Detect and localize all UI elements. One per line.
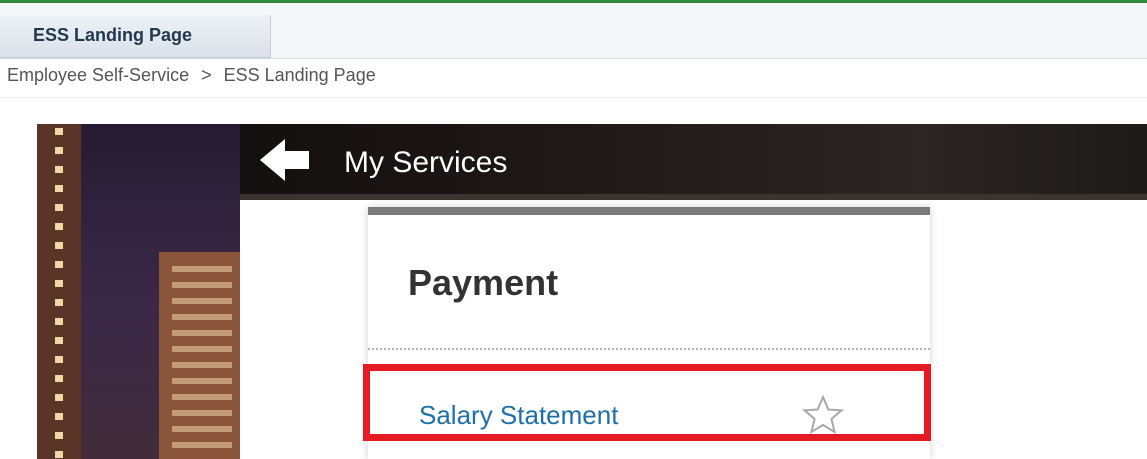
card-divider xyxy=(368,348,930,350)
arrow-left-icon xyxy=(260,139,309,181)
service-item-salary-statement[interactable]: Salary Statement xyxy=(368,374,930,448)
building-right-windows xyxy=(172,266,232,456)
tab-label: ESS Landing Page xyxy=(33,25,193,45)
tab-ess-landing-page[interactable]: ESS Landing Page xyxy=(0,15,271,58)
header-bottom-stripe xyxy=(240,194,1147,200)
card-title: Payment xyxy=(408,262,559,303)
breadcrumb-employee-self-service[interactable]: Employee Self-Service xyxy=(7,65,189,86)
payment-card: Payment Salary Statement xyxy=(368,207,930,459)
page-title: My Services xyxy=(344,146,508,179)
star-outline-icon[interactable] xyxy=(802,394,844,436)
breadcrumb: Employee Self-Service > ESS Landing Page xyxy=(7,65,376,86)
breadcrumb-ess-landing-page: ESS Landing Page xyxy=(223,65,376,85)
breadcrumb-separator: > xyxy=(201,65,212,85)
breadcrumb-divider xyxy=(0,97,1147,98)
city-photo-background xyxy=(37,124,240,459)
service-link-salary-statement[interactable]: Salary Statement xyxy=(419,400,618,431)
back-button[interactable] xyxy=(254,134,316,186)
my-services-header: My Services xyxy=(240,124,1147,200)
building-left-windows xyxy=(55,128,63,458)
tab-strip: ESS Landing Page xyxy=(0,3,1147,59)
